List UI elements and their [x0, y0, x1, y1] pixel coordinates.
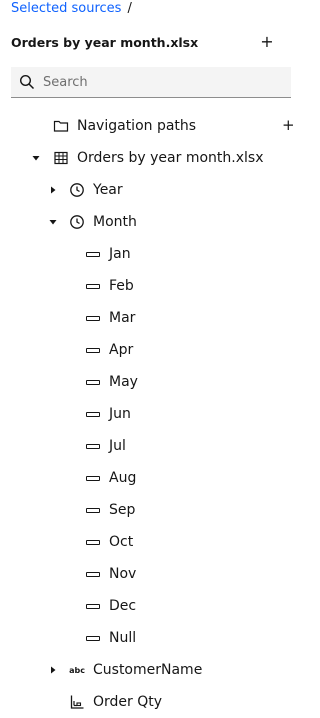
tree-item-label: Sep	[109, 502, 136, 518]
breadcrumb-selected-sources-link[interactable]: Selected sources	[11, 1, 121, 16]
tree-item-month-member[interactable]: Jun	[0, 398, 291, 430]
tree-item-month-member[interactable]: Mar	[0, 302, 291, 334]
text-type-icon: abc	[67, 662, 87, 678]
tree-item-order-qty[interactable]: Order Qty	[0, 686, 291, 718]
tree-item-month-member[interactable]: Oct	[0, 526, 291, 558]
tree-item-label: Dec	[109, 598, 137, 614]
level-member-icon	[85, 438, 101, 454]
tree-item-month-member[interactable]: Nov	[0, 558, 291, 590]
add-source-button[interactable]: +	[258, 31, 276, 53]
text-type-badge: abc	[69, 665, 85, 675]
tree-item-label: Oct	[109, 534, 134, 550]
tree-item-label: Jun	[109, 406, 131, 422]
table-icon	[53, 150, 69, 166]
tree-item-month-member[interactable]: Apr	[0, 334, 291, 366]
tree-item-month-member[interactable]: Aug	[0, 462, 291, 494]
caret-down-icon[interactable]	[48, 217, 58, 227]
clock-icon	[69, 214, 85, 230]
tree-item-label: Orders by year month.xlsx	[77, 150, 264, 166]
level-member-icon	[85, 598, 101, 614]
tree-item-label: Navigation paths	[77, 118, 197, 134]
tree-item-month-member[interactable]: May	[0, 366, 291, 398]
tree-item-navigation-paths[interactable]: Navigation paths +	[0, 110, 295, 142]
search-box	[11, 67, 291, 98]
tree-item-month-member[interactable]: Null	[0, 622, 291, 654]
search-input[interactable]	[43, 67, 283, 97]
caret-right-icon[interactable]	[48, 665, 58, 675]
tree-item-year[interactable]: Year	[0, 174, 291, 206]
breadcrumb-separator: /	[127, 1, 132, 16]
level-member-icon	[85, 502, 101, 518]
tree-item-month-member[interactable]: Jul	[0, 430, 291, 462]
tree-item-label: Order Qty	[93, 694, 163, 710]
tree-item-month-member[interactable]: Dec	[0, 590, 291, 622]
tree-item-label: CustomerName	[93, 662, 203, 678]
level-member-icon	[85, 406, 101, 422]
add-navigation-path-button[interactable]: +	[282, 115, 295, 135]
tree-item-label: Null	[109, 630, 137, 646]
measure-icon	[69, 694, 85, 710]
caret-down-icon[interactable]	[31, 153, 41, 163]
tree-item-label: Mar	[109, 310, 136, 326]
tree-item-month-member[interactable]: Sep	[0, 494, 291, 526]
level-member-icon	[85, 566, 101, 582]
level-member-icon	[85, 534, 101, 550]
tree-item-label: Aug	[109, 470, 137, 486]
tree-item-label: Nov	[109, 566, 137, 582]
tree-item-label: Jul	[109, 438, 126, 454]
clock-icon	[69, 182, 85, 198]
tree-item-month[interactable]: Month	[0, 206, 291, 238]
level-member-icon	[85, 630, 101, 646]
tree-item-month-member[interactable]: Jan	[0, 238, 291, 270]
level-member-icon	[85, 278, 101, 294]
level-member-icon	[85, 374, 101, 390]
breadcrumb: Selected sources /	[11, 0, 132, 18]
tree-item-label: Jan	[109, 246, 131, 262]
tree-item-customer-name[interactable]: abc CustomerName	[0, 654, 291, 686]
tree-item-label: Apr	[109, 342, 134, 358]
tree-item-label: May	[109, 374, 138, 390]
level-member-icon	[85, 342, 101, 358]
tree-item-label: Year	[93, 182, 123, 198]
level-member-icon	[85, 470, 101, 486]
level-member-icon	[85, 246, 101, 262]
caret-right-icon[interactable]	[48, 185, 58, 195]
tree-item-label: Month	[93, 214, 137, 230]
tree-item-source[interactable]: Orders by year month.xlsx	[0, 142, 291, 174]
search-icon	[19, 74, 35, 90]
tree-item-label: Feb	[109, 278, 134, 294]
panel-title: Orders by year month.xlsx	[11, 35, 199, 50]
tree-item-month-member[interactable]: Feb	[0, 270, 291, 302]
folder-icon	[53, 118, 69, 134]
level-member-icon	[85, 310, 101, 326]
